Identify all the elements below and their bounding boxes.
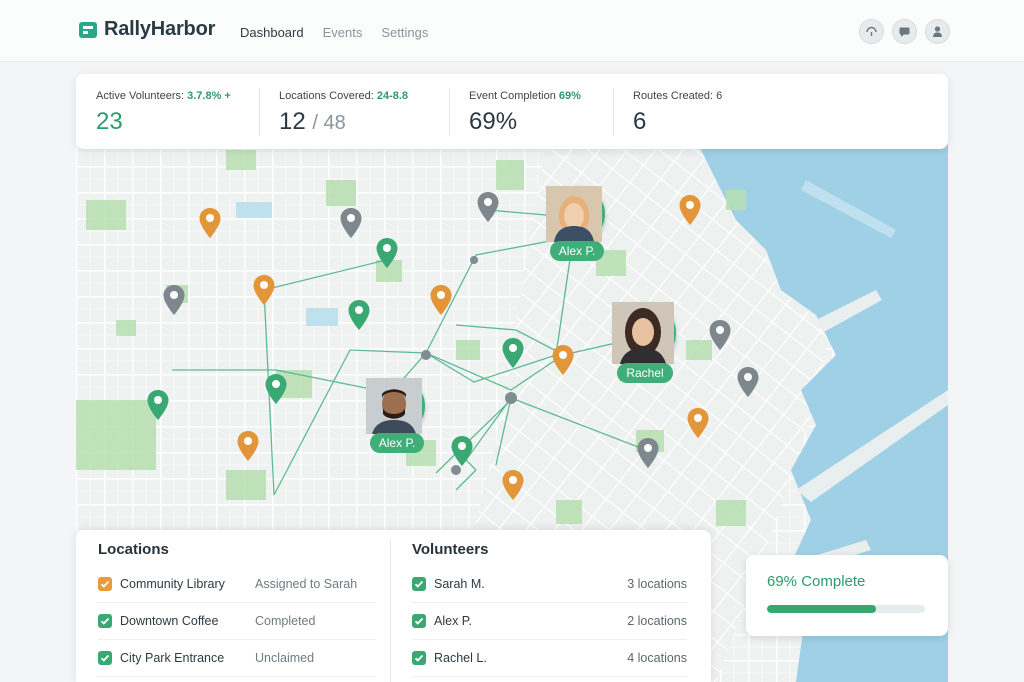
- avatar: [546, 186, 605, 242]
- avatar-name-tag: Alex P.: [549, 241, 605, 261]
- stat-trend: 69%: [558, 90, 581, 102]
- stat-value: 69%: [469, 108, 518, 135]
- checkbox-icon[interactable]: [98, 614, 112, 628]
- main-nav: Dashboard Events Settings: [240, 25, 428, 40]
- details-panel: Locations Community Library Assigned to …: [76, 530, 711, 682]
- checkbox-icon[interactable]: [98, 651, 112, 665]
- checkbox-icon[interactable]: [412, 577, 426, 591]
- stat-active-volunteers: Active Volunteers: 3.7.8% + 23: [76, 74, 259, 149]
- volunteer-location-count: 4 locations: [627, 651, 687, 665]
- location-name: Downtown Coffee: [120, 614, 219, 628]
- stat-routes-created: Routes Created: 6 6: [613, 74, 813, 149]
- volunteer-location-count: 2 locations: [627, 614, 687, 628]
- stat-label: Routes Created:: [633, 90, 714, 102]
- volunteer-marker[interactable]: Rachel: [612, 302, 678, 383]
- stat-trend: 3.7.8% +: [187, 90, 231, 102]
- sync-icon[interactable]: [859, 19, 884, 44]
- location-name: Community Library: [120, 577, 225, 591]
- list-item[interactable]: City Park Entrance Unclaimed: [98, 640, 376, 677]
- stat-total: / 48: [312, 112, 346, 134]
- nav-events[interactable]: Events: [323, 25, 363, 40]
- stat-value: 6: [633, 108, 647, 135]
- stat-label: Event Completion: [469, 90, 556, 102]
- top-bar: RallyHarbor Dashboard Events Settings: [0, 0, 1024, 62]
- location-status: Unclaimed: [255, 651, 315, 665]
- location-status: Assigned to Sarah: [255, 577, 358, 591]
- volunteers-title: Volunteers: [412, 541, 489, 558]
- stats-card: Active Volunteers: 3.7.8% + 23 Locations…: [76, 74, 948, 149]
- volunteers-list: Volunteers Sarah M. 3 locations Alex P. …: [390, 530, 711, 682]
- locations-list: Locations Community Library Assigned to …: [76, 530, 390, 682]
- checkbox-icon[interactable]: [412, 614, 426, 628]
- profile-icon[interactable]: [925, 19, 950, 44]
- avatar: [366, 378, 425, 434]
- volunteer-name: Sarah M.: [434, 577, 485, 591]
- stat-locations-covered: Locations Covered: 24-8.8 12 / 48: [259, 74, 449, 149]
- stat-value: 12: [279, 108, 306, 135]
- list-item[interactable]: Sarah M. 3 locations: [412, 566, 687, 603]
- avatar-name-tag: Alex P.: [369, 433, 425, 453]
- progress-label: 69% Complete: [767, 573, 866, 590]
- volunteer-name: Rachel L.: [434, 651, 487, 665]
- list-item[interactable]: Community Library Assigned to Sarah: [98, 566, 376, 603]
- progress-card: 69% Complete: [746, 555, 948, 636]
- stat-label: Active Volunteers:: [96, 90, 185, 102]
- location-name: City Park Entrance: [120, 651, 225, 665]
- checkbox-icon[interactable]: [412, 651, 426, 665]
- stat-label: Locations Covered:: [279, 90, 374, 102]
- list-item[interactable]: Alex P. 2 locations: [412, 603, 687, 640]
- stat-value: 23: [96, 108, 123, 135]
- volunteer-location-count: 3 locations: [627, 577, 687, 591]
- volunteer-marker[interactable]: Alex P.: [546, 186, 608, 261]
- stat-trend: 6: [716, 90, 723, 102]
- progress-fill: [767, 605, 877, 613]
- avatar: [612, 302, 676, 364]
- nav-dashboard[interactable]: Dashboard: [240, 25, 304, 40]
- list-item[interactable]: Rachel L. 4 locations: [412, 640, 687, 677]
- stat-event-completion: Event Completion 69% 69%: [449, 74, 613, 149]
- list-item[interactable]: Downtown Coffee Completed: [98, 603, 376, 640]
- volunteer-name: Alex P.: [434, 614, 472, 628]
- avatar-name-tag: Rachel: [617, 363, 673, 383]
- brand[interactable]: RallyHarbor: [78, 18, 215, 41]
- progress-bar: [767, 605, 925, 613]
- volunteer-marker[interactable]: Alex P.: [366, 378, 428, 453]
- app-name: RallyHarbor: [104, 18, 216, 40]
- stat-trend: 24-8.8: [376, 90, 409, 102]
- logo-icon: [79, 21, 97, 38]
- chat-icon[interactable]: [892, 19, 917, 44]
- header-actions: [859, 19, 950, 44]
- nav-settings[interactable]: Settings: [381, 25, 428, 40]
- location-status: Completed: [255, 614, 316, 628]
- checkbox-icon[interactable]: [98, 577, 112, 591]
- locations-title: Locations: [98, 541, 169, 558]
